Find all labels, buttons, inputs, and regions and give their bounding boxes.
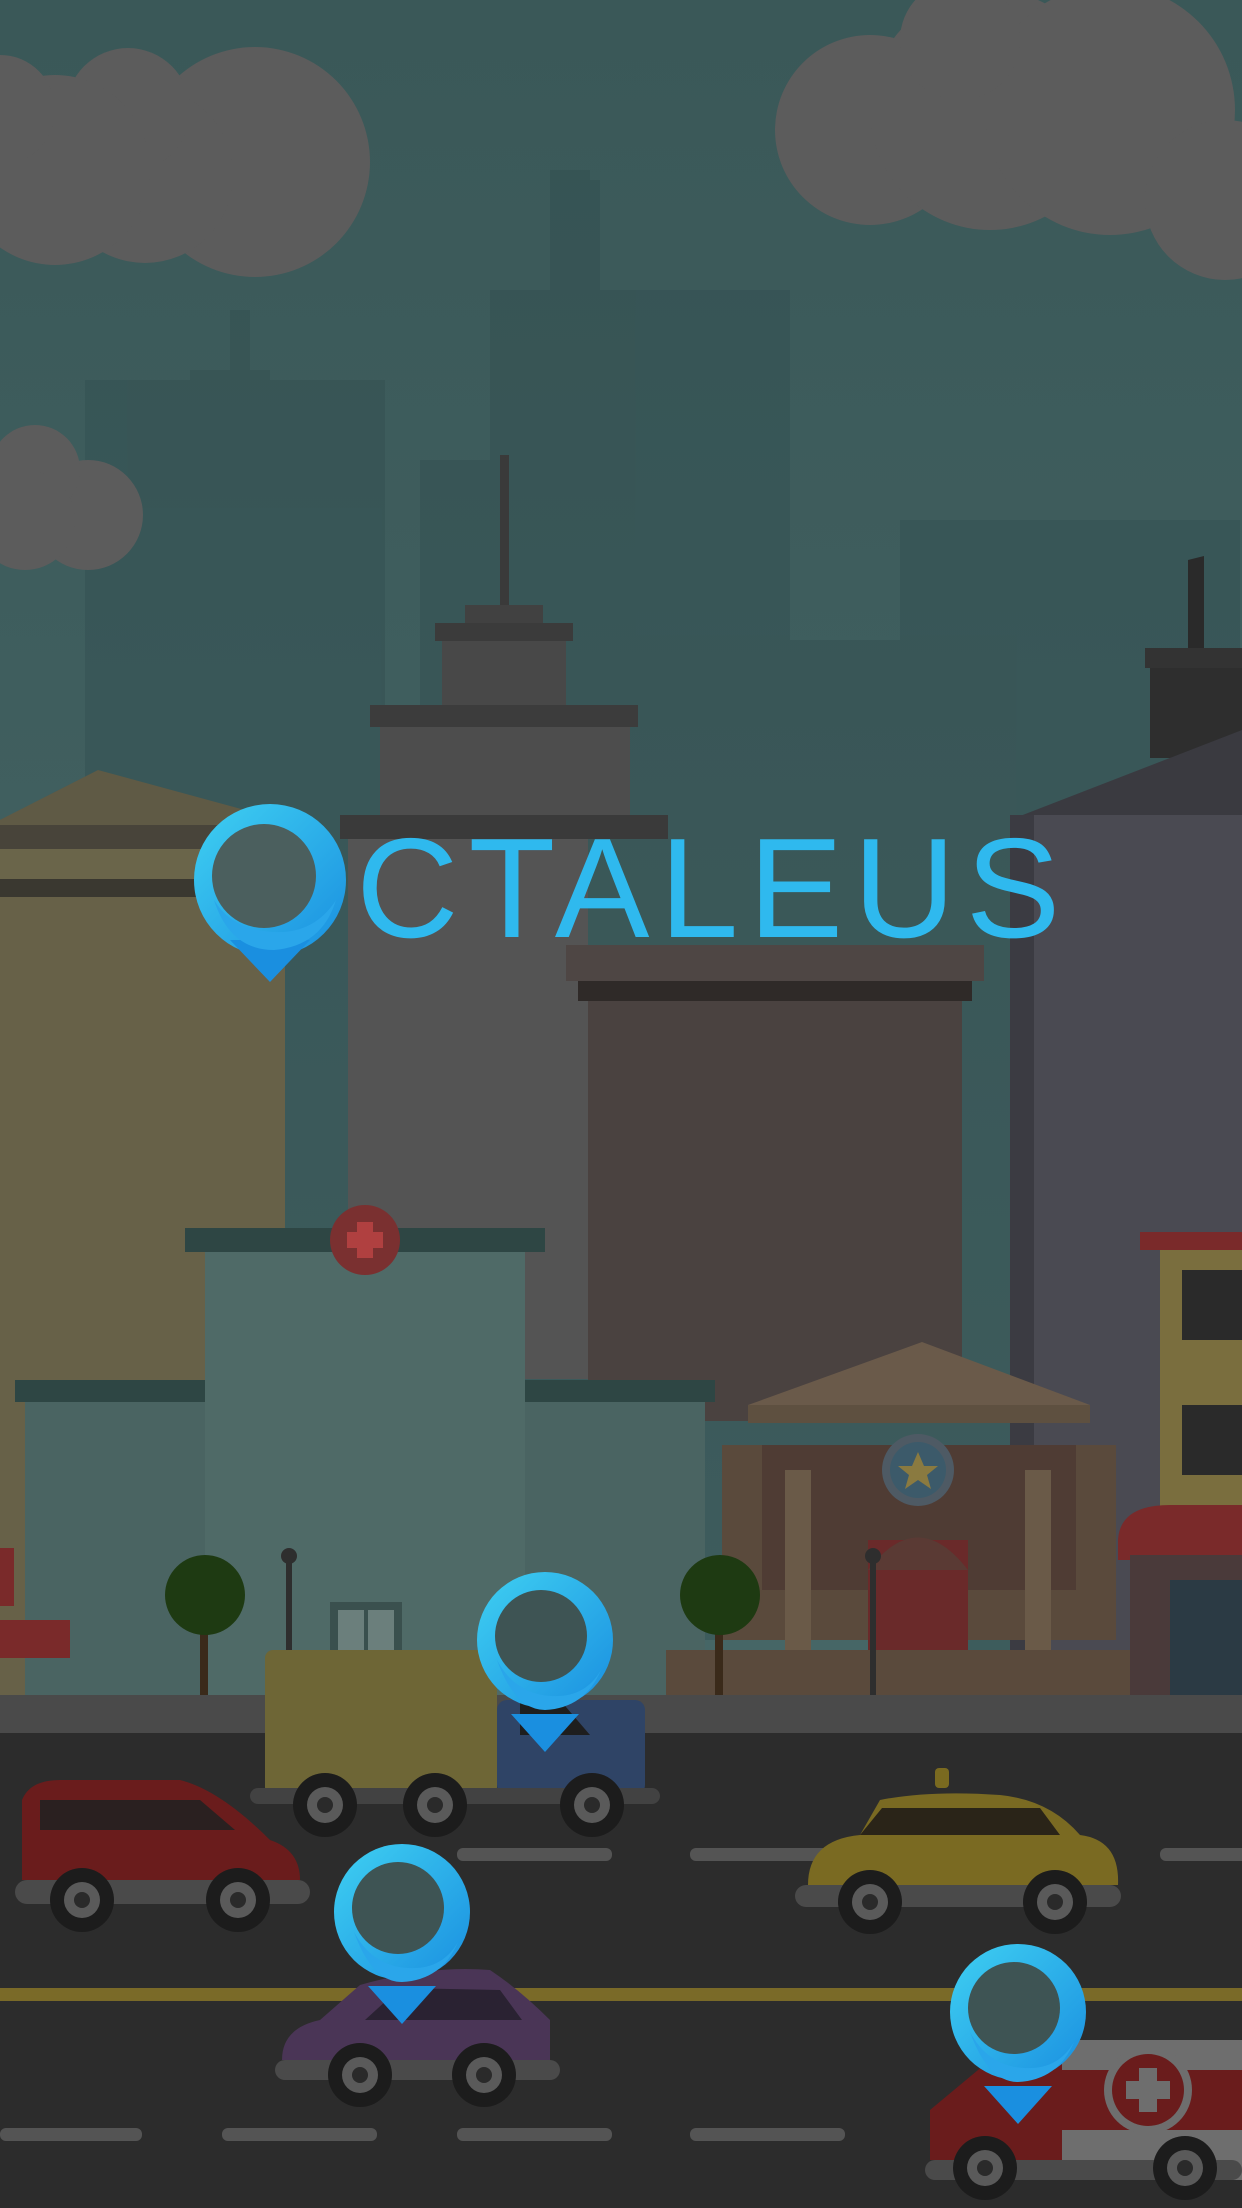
city-background-illustration (0, 0, 1242, 2208)
location-pin-icon (194, 804, 346, 982)
splash-screen: CTALEUS (0, 0, 1242, 2208)
app-logo: CTALEUS (190, 800, 1070, 990)
brand-name: CTALEUS (356, 809, 1071, 968)
